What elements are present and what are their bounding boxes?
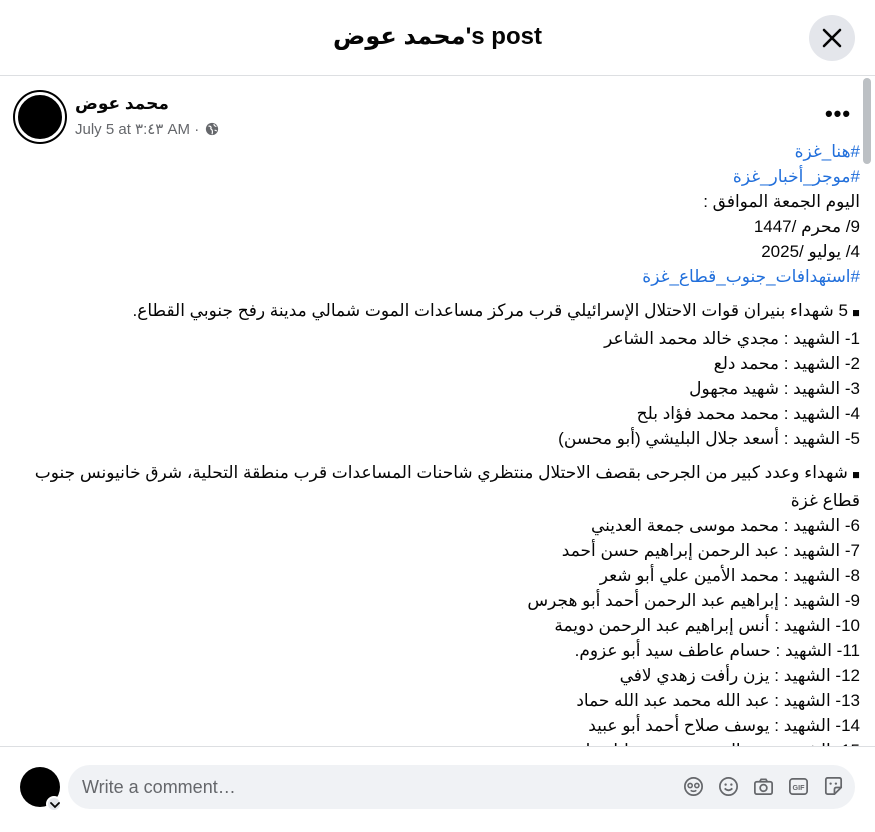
more-options-button[interactable]: ••• xyxy=(818,96,858,132)
hashtag-link[interactable]: #موجز_أخبار_غزة xyxy=(15,164,860,189)
section1-headline: ◾5 شهداء بنيران قوات الاحتلال الإسرائيلي… xyxy=(132,301,860,320)
dialog-header: محمد عوض's post xyxy=(0,0,875,76)
comment-input[interactable] xyxy=(82,765,672,809)
emoji-icon xyxy=(719,777,738,796)
list-item: 14- الشهيد : يوسف صلاح أحمد أبو عبيد xyxy=(588,716,860,735)
post-timestamp[interactable]: July 5 at ٣:٤٣ AM · xyxy=(75,120,199,138)
hashtag-link[interactable]: #استهدافات_جنوب_قطاع_غزة xyxy=(15,264,860,289)
list-item: 6- الشهيد : محمد موسى جمعة العديني xyxy=(591,516,860,535)
scrollbar-track[interactable] xyxy=(863,76,871,746)
scrollbar-thumb[interactable] xyxy=(863,78,871,164)
globe-icon xyxy=(206,122,219,136)
avatar-icon xyxy=(684,777,703,796)
post-text-line: 4/ يوليو /2025 xyxy=(761,242,860,261)
list-item: 10- الشهيد : أنس إبراهيم عبد الرحمن دويم… xyxy=(554,616,860,635)
bullet-icon: ◾ xyxy=(851,469,860,481)
avatar-sticker-button[interactable] xyxy=(682,775,705,798)
list-item: 8- الشهيد : محمد الأمين علي أبو شعر xyxy=(599,566,860,585)
post-text-line: اليوم الجمعة الموافق : xyxy=(703,192,860,211)
list-item: 15- الشهيد : عبد الرحمن محمد خليل عامر xyxy=(15,738,860,746)
hashtag-link[interactable]: #هنا_غزة xyxy=(15,139,860,164)
sticker-icon xyxy=(824,777,843,796)
list-item: 9- الشهيد : إبراهيم عبد الرحمن أحمد أبو … xyxy=(527,591,860,610)
list-item: 11- الشهيد : حسام عاطف سيد أبو عزوم. xyxy=(574,641,860,660)
more-icon: ••• xyxy=(824,101,852,126)
list-item: 1- الشهيد : مجدي خالد محمد الشاعر xyxy=(604,329,860,348)
list-item: 7- الشهيد : عبد الرحمن إبراهيم حسن أحمد xyxy=(561,541,860,560)
comment-toolbar: GIF xyxy=(682,775,845,798)
post-scroll-area[interactable]: محمد عوض July 5 at ٣:٤٣ AM · ••• #هنا_غز… xyxy=(0,76,875,746)
comment-box: GIF xyxy=(68,765,855,809)
list-item: 3- الشهيد : شهيد مجهول xyxy=(689,379,860,398)
list-item: 4- الشهيد : محمد محمد فؤاد بلح xyxy=(636,404,860,423)
emoji-button[interactable] xyxy=(717,775,740,798)
section2-headline: ◾شهداء وعدد كبير من الجرحى بقصف الاحتلال… xyxy=(34,463,860,510)
author-name[interactable]: محمد عوض xyxy=(75,94,169,114)
list-item: 5- الشهيد : أسعد جلال البليشي (أبو محسن) xyxy=(558,429,860,448)
photo-button[interactable] xyxy=(752,775,775,798)
svg-text:GIF: GIF xyxy=(793,784,806,792)
gif-button[interactable]: GIF xyxy=(787,775,810,798)
sticker-button[interactable] xyxy=(822,775,845,798)
list-item: 12- الشهيد : يزن رأفت زهدي لافي xyxy=(619,666,860,685)
list-item: 13- الشهيد : عبد الله محمد عبد الله حماد xyxy=(576,691,860,710)
avatar-switch-button[interactable] xyxy=(46,796,62,812)
dialog-title: محمد عوض's post xyxy=(333,23,542,50)
post-body: #هنا_غزة #موجز_أخبار_غزة اليوم الجمعة المو… xyxy=(15,139,860,746)
author-avatar[interactable] xyxy=(15,92,65,142)
close-button[interactable] xyxy=(809,15,855,61)
camera-icon xyxy=(754,778,773,796)
gif-icon: GIF xyxy=(789,777,808,796)
comment-footer: GIF xyxy=(0,746,875,832)
post-meta: July 5 at ٣:٤٣ AM · xyxy=(75,120,219,138)
post-text-line: 9/ محرم /1447 xyxy=(753,217,860,236)
chevron-down-icon xyxy=(50,802,60,809)
list-item: 2- الشهيد : محمد دلع xyxy=(713,354,860,373)
bullet-icon: ◾ xyxy=(851,307,860,319)
close-icon xyxy=(822,28,842,48)
